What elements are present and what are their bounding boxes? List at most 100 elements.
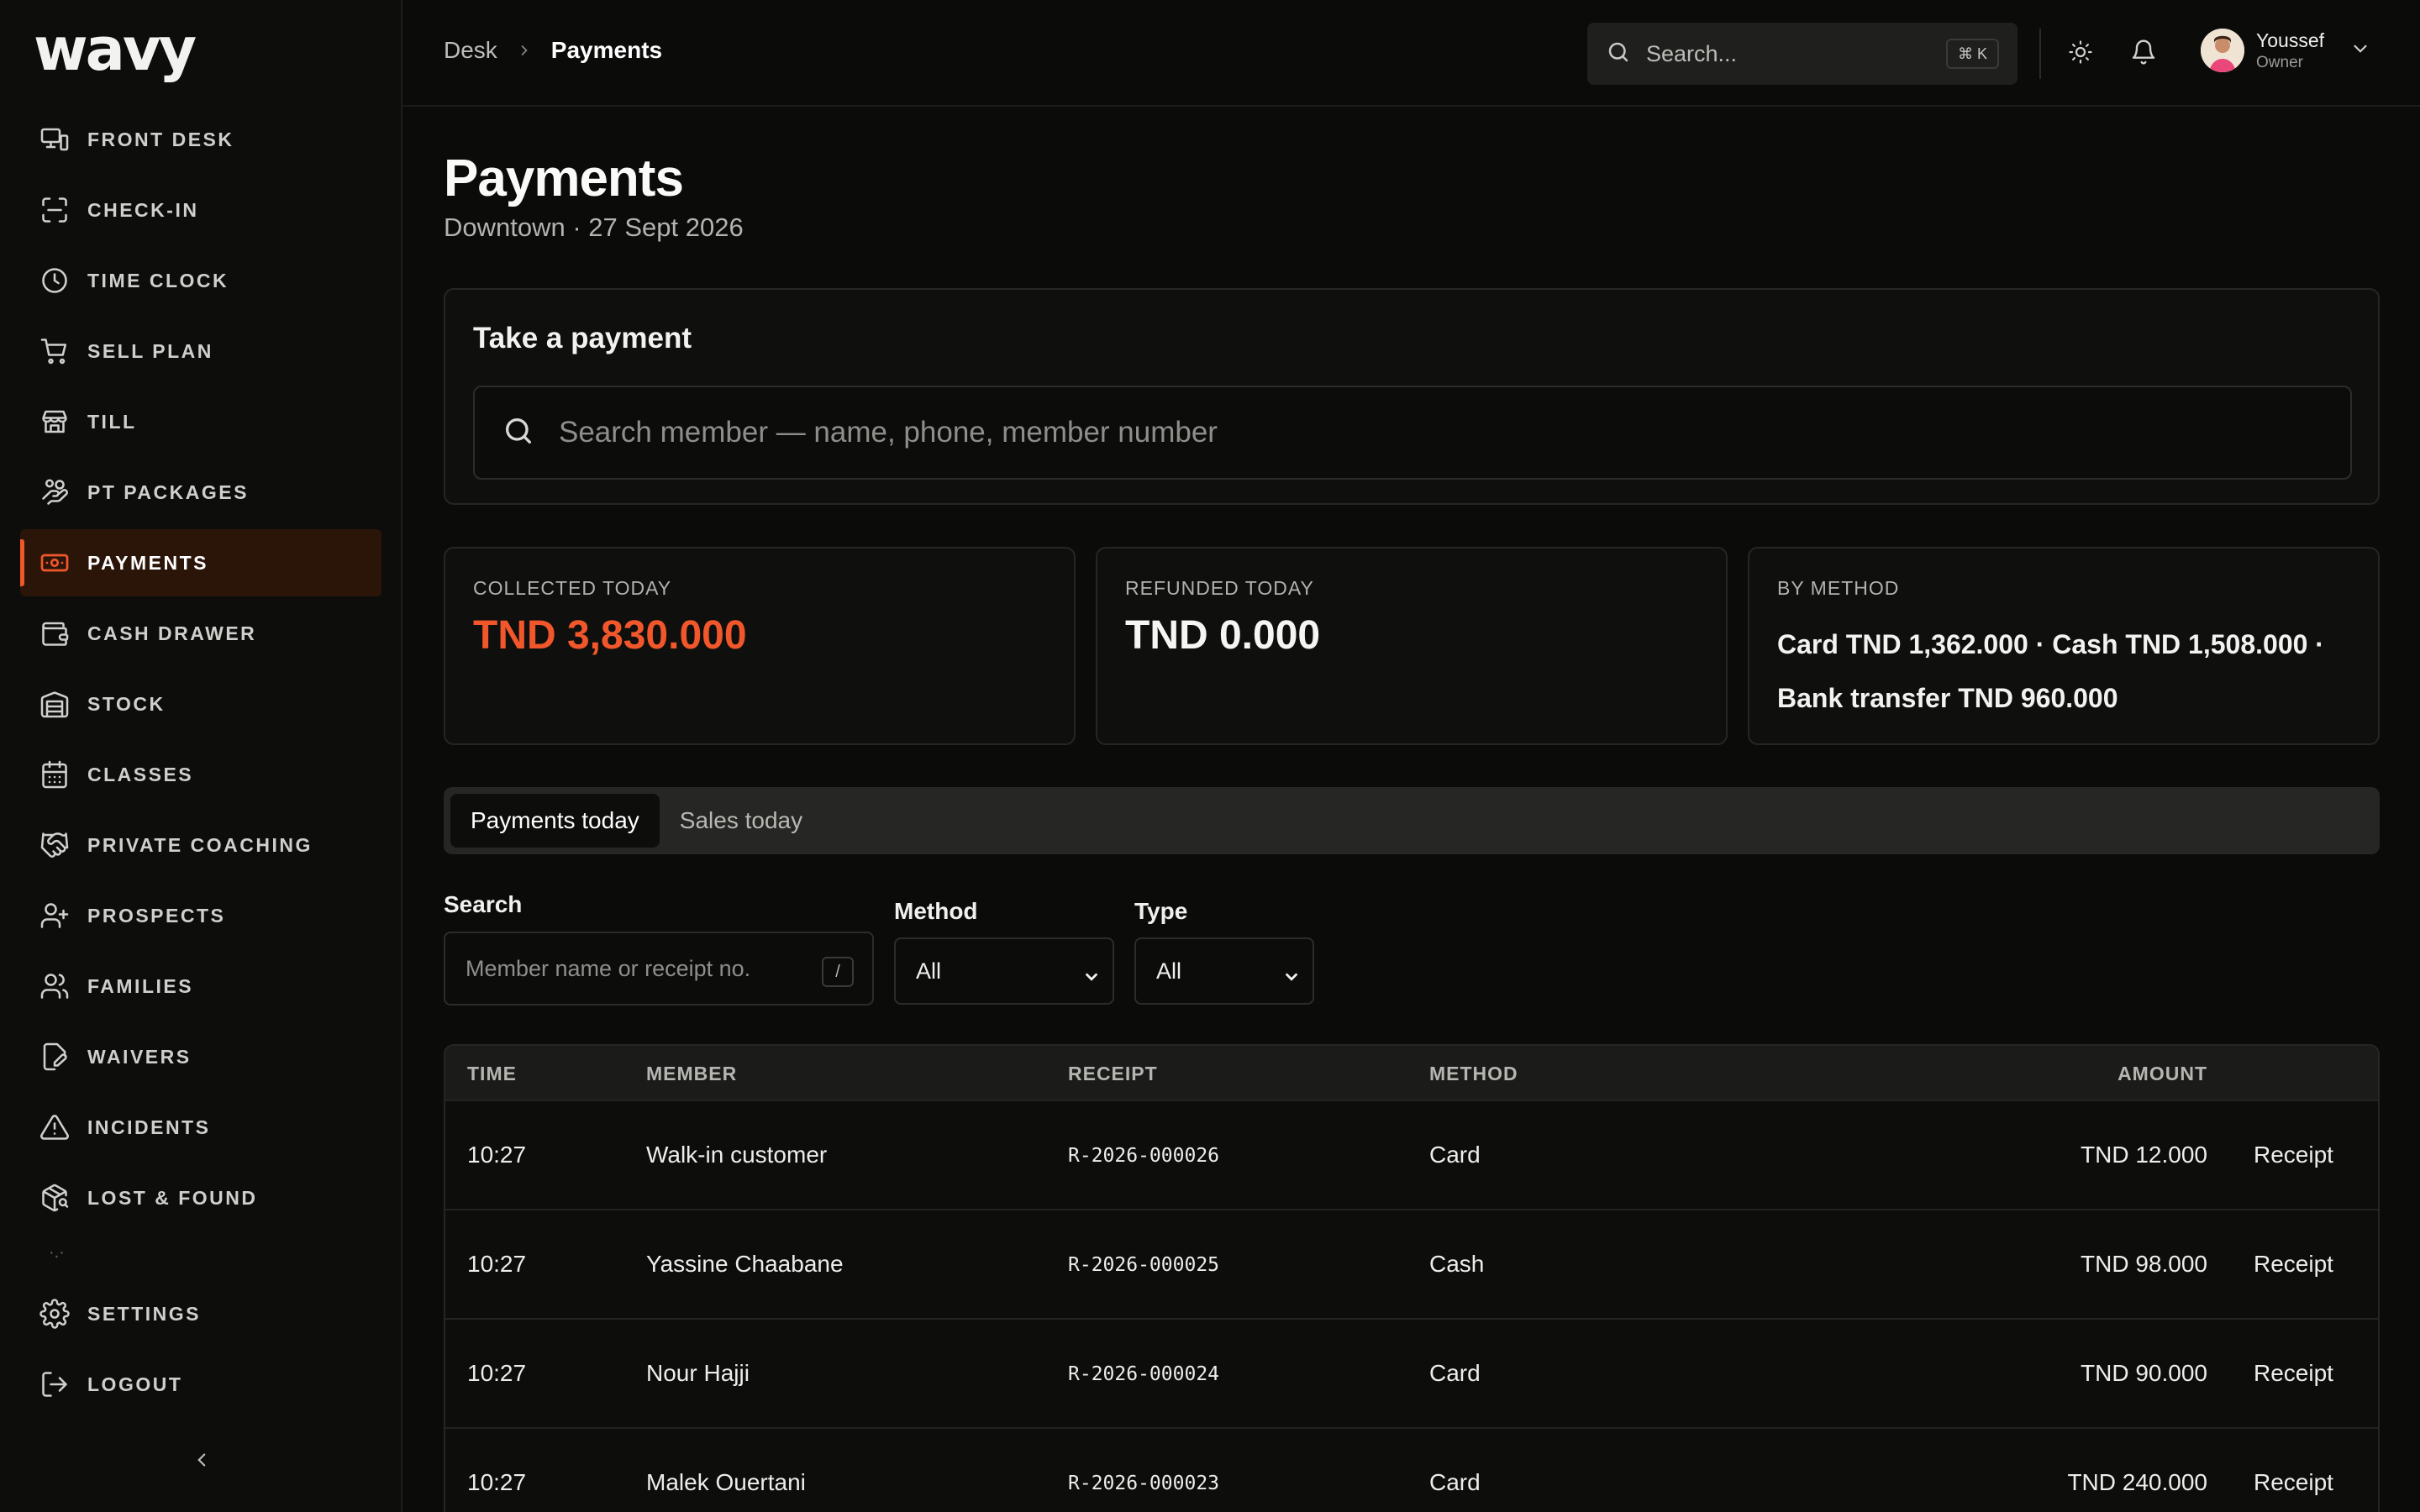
tab-sales-today[interactable]: Sales today xyxy=(660,794,823,848)
breadcrumb: Desk Payments xyxy=(444,37,662,64)
gear-icon xyxy=(39,1298,71,1330)
sidebar-item-till[interactable]: TILL xyxy=(20,388,381,455)
row-receipt: R-2026-000023 xyxy=(1068,1473,1220,1494)
collected-today-label: COLLECTED TODAY xyxy=(473,577,672,599)
sun-icon xyxy=(2068,39,2093,69)
sidebar-item-sell-plan[interactable]: SELL PLAN xyxy=(20,318,381,385)
row-method: Card xyxy=(1429,1360,1481,1386)
sidebar-item-label: LOST & FOUND xyxy=(87,1186,258,1209)
row-member: Yassine Chaabane xyxy=(646,1251,844,1277)
notifications-button[interactable] xyxy=(2127,37,2160,71)
row-member: Nour Hajji xyxy=(646,1360,750,1386)
sidebar-item-payments[interactable]: PAYMENTS xyxy=(20,529,381,596)
sidebar-item-label: PT PACKAGES xyxy=(87,480,249,503)
refunded-today-card: REFUNDED TODAY TND 0.000 xyxy=(1096,547,1728,745)
top-bar-divider xyxy=(2039,29,2041,79)
sidebar-item-classes[interactable]: CLASSES xyxy=(20,741,381,808)
search-filter-input[interactable]: Member name or receipt no. / xyxy=(444,932,874,1005)
row-member: Malek Ouertani xyxy=(646,1469,806,1495)
sidebar-item-logout[interactable]: LOGOUT xyxy=(20,1351,381,1418)
table-row: 10:27 Yassine Chaabane R-2026-000025 Cas… xyxy=(445,1209,2378,1318)
wallet-icon xyxy=(39,617,71,649)
refunded-today-label: REFUNDED TODAY xyxy=(1125,577,1314,599)
package-search-icon xyxy=(39,1182,71,1214)
store-icon xyxy=(39,406,71,438)
sidebar-item-stock[interactable]: STOCK xyxy=(20,670,381,738)
top-bar: Desk Payments Search... ⌘ K Youssef Owne… xyxy=(402,0,2420,107)
column-header-method: METHOD xyxy=(1429,1063,1518,1084)
sidebar-item-label: PRIVATE COACHING xyxy=(87,833,313,856)
table-row: 10:27 Malek Ouertani R-2026-000023 Card … xyxy=(445,1427,2378,1512)
row-time: 10:27 xyxy=(467,1251,527,1277)
receipt-button[interactable]: Receipt xyxy=(2254,1469,2333,1496)
type-filter-value: All xyxy=(1156,958,1182,984)
chevron-left-icon xyxy=(191,1449,213,1475)
page-title: Payments xyxy=(444,150,684,207)
take-payment-title: Take a payment xyxy=(473,322,692,354)
column-header-receipt: RECEIPT xyxy=(1068,1063,1158,1084)
sidebar-item-label: INCIDENTS xyxy=(87,1116,211,1138)
column-header-member: MEMBER xyxy=(646,1063,738,1084)
sidebar-item-settings[interactable]: SETTINGS xyxy=(20,1280,381,1347)
column-header-amount: AMOUNT xyxy=(2118,1063,2207,1084)
sidebar-item-label: STOCK xyxy=(87,692,166,715)
search-shortcut-badge: ⌘ K xyxy=(1945,39,1999,69)
sidebar-item-private-coaching[interactable]: PRIVATE COACHING xyxy=(20,811,381,879)
page-subtitle: Downtown · 27 Sept 2026 xyxy=(444,213,744,242)
sidebar-item-cash-drawer[interactable]: CASH DRAWER xyxy=(20,600,381,667)
row-amount: TND 240.000 xyxy=(2067,1469,2207,1495)
cart-icon xyxy=(39,335,71,367)
member-search-placeholder: Search member — name, phone, member numb… xyxy=(559,416,1218,449)
collected-today-value: TND 3,830.000 xyxy=(473,613,747,658)
sidebar-item-label: TILL xyxy=(87,410,137,433)
row-method: Cash xyxy=(1429,1251,1485,1277)
sidebar-item-prospects[interactable]: PROSPECTS xyxy=(20,882,381,949)
table-row: 10:27 Nour Hajji R-2026-000024 Card TND … xyxy=(445,1318,2378,1427)
receipt-button[interactable]: Receipt xyxy=(2254,1142,2333,1168)
file-pen-icon xyxy=(39,1041,71,1073)
sidebar: wavy FRONT DESK CHECK-IN TIME CLOCK SELL… xyxy=(0,0,402,1512)
sidebar-item-lost-found[interactable]: LOST & FOUND xyxy=(20,1164,381,1231)
sidebar-item-waivers[interactable]: WAIVERS xyxy=(20,1023,381,1090)
avatar xyxy=(2201,29,2244,72)
collapse-sidebar-button[interactable] xyxy=(187,1446,217,1477)
sidebar-item-families[interactable]: FAMILIES xyxy=(20,953,381,1020)
handshake-icon xyxy=(39,829,71,861)
member-search-input[interactable]: Search member — name, phone, member numb… xyxy=(473,386,2352,480)
search-shortcut-badge: / xyxy=(822,957,854,987)
table-header: TIME MEMBER RECEIPT METHOD AMOUNT xyxy=(445,1046,2378,1100)
breadcrumb-desk[interactable]: Desk xyxy=(444,37,497,64)
sidebar-item-label: CLASSES xyxy=(87,763,194,785)
row-time: 10:27 xyxy=(467,1142,527,1168)
sidebar-item-incidents[interactable]: INCIDENTS xyxy=(20,1094,381,1161)
sidebar-item-label: PAYMENTS xyxy=(87,551,208,574)
row-receipt: R-2026-000026 xyxy=(1068,1145,1220,1167)
sidebar-item-pt-packages[interactable]: PT PACKAGES xyxy=(20,459,381,526)
sidebar-item-front-desk[interactable]: FRONT DESK xyxy=(20,106,381,173)
user-plus-icon xyxy=(39,900,71,932)
user-menu[interactable]: Youssef Owner xyxy=(2201,29,2371,72)
sidebar-item-label: FAMILIES xyxy=(87,974,194,997)
method-filter-label: Method xyxy=(894,898,978,924)
sidebar-item-check-in[interactable]: CHECK-IN xyxy=(20,176,381,244)
app-logo[interactable]: wavy xyxy=(34,15,197,84)
tab-payments-today[interactable]: Payments today xyxy=(450,794,660,848)
desk-monitor-icon xyxy=(39,123,71,155)
global-search-input[interactable]: Search... ⌘ K xyxy=(1587,23,2018,85)
bell-icon xyxy=(2130,39,2157,70)
collected-today-card: COLLECTED TODAY TND 3,830.000 xyxy=(444,547,1076,745)
theme-toggle-button[interactable] xyxy=(2064,37,2097,71)
sidebar-item-time-clock[interactable]: TIME CLOCK xyxy=(20,247,381,314)
sidebar-bottom-nav: SETTINGS LOGOUT xyxy=(20,1280,381,1421)
global-search-placeholder: Search... xyxy=(1646,40,1738,66)
refunded-today-value: TND 0.000 xyxy=(1125,613,1321,658)
receipt-button[interactable]: Receipt xyxy=(2254,1251,2333,1278)
row-receipt: R-2026-000024 xyxy=(1068,1363,1220,1385)
scan-icon xyxy=(39,194,71,226)
method-filter-select[interactable]: All xyxy=(894,937,1114,1005)
sidebar-item-label: SETTINGS xyxy=(87,1302,202,1325)
user-name: Youssef xyxy=(2256,29,2324,51)
search-icon xyxy=(502,414,535,452)
type-filter-select[interactable]: All xyxy=(1134,937,1314,1005)
receipt-button[interactable]: Receipt xyxy=(2254,1360,2333,1387)
